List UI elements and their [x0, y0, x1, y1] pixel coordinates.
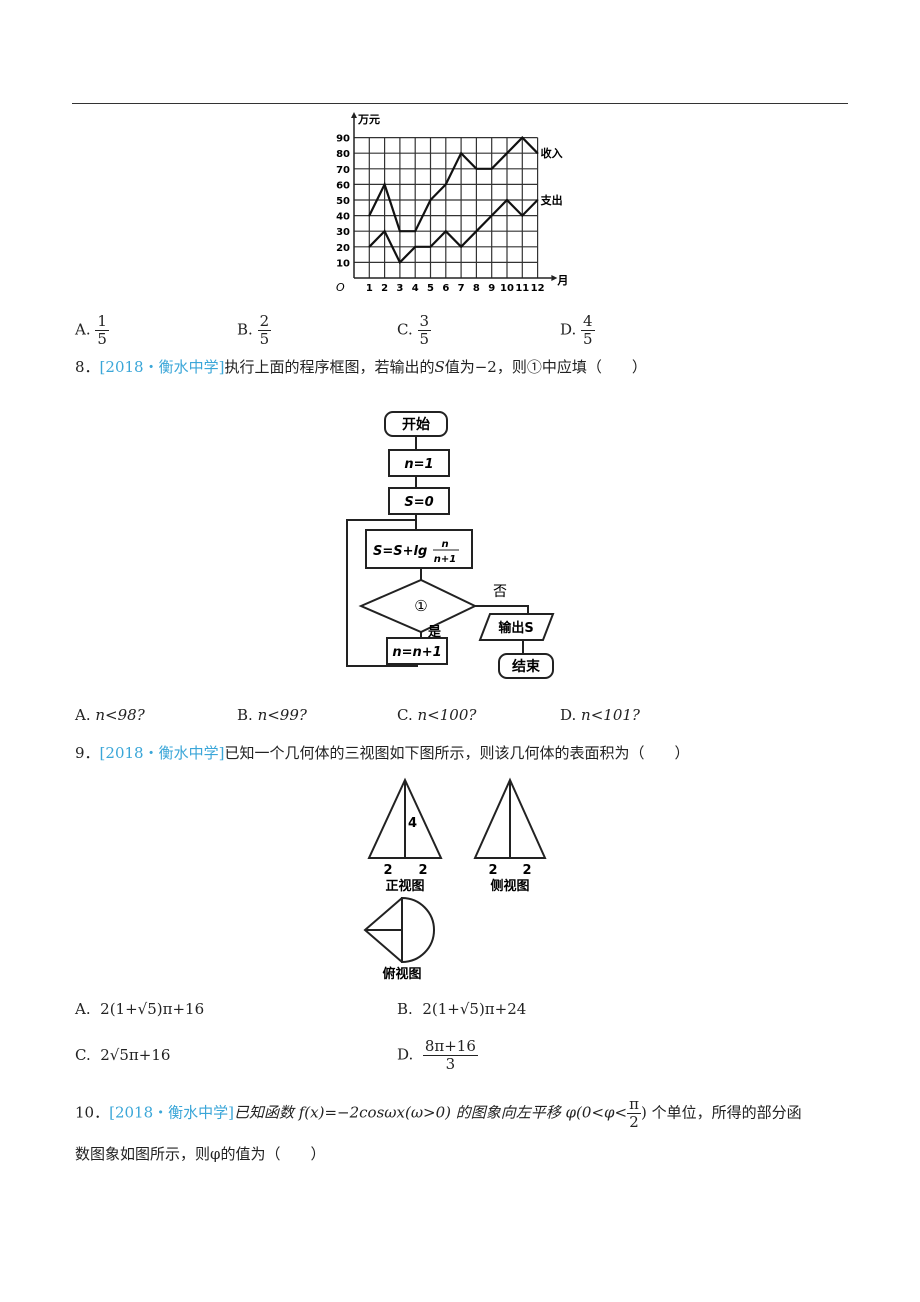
x-tick-label: 2	[381, 283, 388, 294]
q10-stem: 10．[2018・衡水中学]已知函数 f(x)=−2cosωx(ω>0) 的图象…	[75, 1095, 802, 1131]
source-link[interactable]: [2018・衡水中学]	[109, 1104, 234, 1122]
data-point	[521, 214, 524, 217]
data-point	[368, 246, 371, 248]
y-axis-label: 万元	[357, 113, 380, 126]
data-point	[490, 168, 493, 170]
y-axis-arrow	[351, 112, 357, 118]
svg-text:开始: 开始	[402, 416, 430, 433]
q9-option-d[interactable]: D. 8π+16 3	[397, 1038, 478, 1073]
question-number: 8．	[75, 358, 100, 376]
y-tick-label: 60	[336, 180, 350, 191]
data-point	[536, 199, 539, 201]
three-view-diagram: 4 2 2 正视图 2 2 侧视图 俯视图	[363, 777, 547, 982]
q8-option-c[interactable]: C. n<100?	[397, 706, 476, 724]
svg-text:2: 2	[522, 863, 531, 878]
flowchart: 开始 n=1 S=0 S=S+lg n n+1 ① 否 是 n=n+1 输出S …	[346, 411, 555, 679]
y-tick-label: 40	[336, 212, 350, 223]
svg-text:n: n	[441, 539, 448, 550]
q9-stem: 9．[2018・衡水中学]已知一个几何体的三视图如下图所示，则该几何体的表面积为…	[75, 744, 690, 762]
x-tick-label: 11	[515, 283, 529, 294]
y-tick-label: 30	[336, 227, 350, 238]
q8-option-a[interactable]: A. n<98?	[75, 706, 145, 724]
data-point	[445, 230, 447, 232]
q9-option-c[interactable]: C. 2√5π+16	[75, 1046, 170, 1064]
x-tick-label: 3	[396, 283, 403, 294]
q7-option-b[interactable]: B. 25	[237, 313, 272, 348]
svg-text:n+1: n+1	[434, 554, 456, 565]
chart-grid	[354, 137, 539, 278]
header-rule	[72, 103, 848, 104]
y-tick-label: 10	[336, 258, 350, 269]
q8-option-d[interactable]: D. n<101?	[560, 706, 640, 724]
data-point	[383, 230, 386, 232]
x-axis-label: 月	[556, 274, 568, 287]
x-tick-label: 1	[366, 283, 373, 294]
y-tick-label: 90	[336, 134, 350, 145]
svg-text:正视图: 正视图	[385, 878, 424, 894]
y-tick-label: 50	[336, 196, 350, 207]
svg-text:①: ①	[414, 597, 427, 615]
svg-text:俯视图: 俯视图	[382, 966, 421, 982]
data-point	[475, 230, 478, 232]
source-link[interactable]: [2018・衡水中学]	[100, 358, 225, 376]
svg-text:否: 否	[493, 584, 507, 600]
y-tick-label: 20	[336, 243, 350, 254]
data-point	[506, 199, 508, 201]
data-point	[429, 199, 432, 201]
x-tick-label: 6	[442, 283, 449, 294]
x-tick-label: 4	[412, 283, 419, 294]
svg-text:结束: 结束	[512, 658, 541, 675]
q8-options: A. n<98? B. n<99? C. n<100? D. n<101?	[75, 706, 775, 726]
q8-option-b[interactable]: B. n<99?	[237, 706, 307, 724]
x-tick-label: 10	[500, 283, 514, 294]
data-point	[414, 230, 416, 232]
q8-stem: 8．[2018・衡水中学]执行上面的程序框图，若输出的S值为−2，则①中应填（ …	[75, 358, 647, 376]
series-label: 收入	[541, 146, 563, 160]
data-point	[521, 136, 524, 139]
data-point	[383, 183, 386, 186]
data-point	[445, 183, 447, 186]
q9-option-a[interactable]: A. 2(1+√5)π+16	[75, 1000, 204, 1018]
x-tick-label: 9	[488, 283, 495, 294]
top-view-semicircle	[401, 896, 435, 964]
income-expense-chart: 万元月O1020304050607080901 2 3 4 5 6 7 8 9 10 11 12 收入…	[336, 112, 568, 294]
svg-text:S=S+lg: S=S+lg	[373, 544, 427, 559]
q7-option-a[interactable]: A. 15	[75, 313, 109, 348]
q7-option-c[interactable]: C. 35	[397, 313, 432, 348]
data-point	[490, 214, 493, 217]
data-point	[475, 168, 478, 170]
svg-text:n=n+1: n=n+1	[392, 645, 441, 660]
series-label: 支出	[540, 193, 563, 207]
q10-stem-cont: 数图象如图所示，则φ的值为（ ）	[75, 1145, 326, 1163]
data-point	[506, 152, 508, 154]
data-point	[414, 246, 416, 248]
svg-text:是: 是	[427, 625, 442, 640]
svg-text:2: 2	[383, 863, 392, 878]
data-point	[399, 230, 401, 232]
svg-text:2: 2	[488, 863, 497, 878]
svg-text:S=0: S=0	[404, 495, 433, 510]
data-point	[460, 152, 462, 154]
x-tick-label: 7	[458, 283, 465, 294]
svg-text:输出S: 输出S	[498, 620, 533, 636]
x-tick-label: 5	[427, 283, 434, 294]
q7-options: A. 15 B. 25 C. 35 D. 45	[75, 305, 775, 348]
x-tick-label: 12	[531, 283, 545, 294]
data-point	[460, 246, 462, 248]
svg-text:n=1: n=1	[404, 457, 433, 472]
data-point	[536, 152, 539, 154]
y-tick-label: 70	[336, 165, 350, 176]
data-point	[368, 214, 371, 217]
x-tick-label: 8	[473, 283, 480, 294]
svg-text:侧视图: 侧视图	[490, 878, 529, 894]
svg-text:4: 4	[408, 816, 417, 831]
source-link[interactable]: [2018・衡水中学]	[100, 744, 225, 762]
data-point	[399, 261, 401, 264]
q7-option-d[interactable]: D. 45	[560, 313, 595, 348]
svg-text:2: 2	[418, 863, 427, 878]
y-tick-label: 80	[336, 149, 350, 160]
data-point	[429, 246, 432, 248]
origin-label: O	[336, 281, 345, 294]
q9-option-b[interactable]: B. 2(1+√5)π+24	[397, 1000, 526, 1018]
